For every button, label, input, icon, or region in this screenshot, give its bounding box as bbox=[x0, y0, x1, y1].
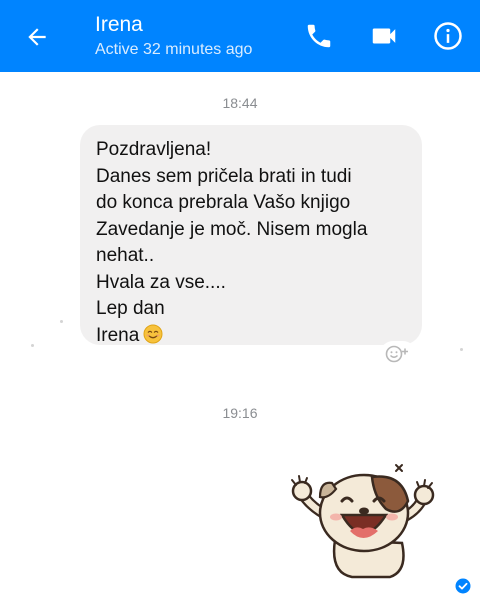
message-line: Hvala za vse.... bbox=[96, 271, 226, 293]
active-status: Active 32 minutes ago bbox=[95, 41, 253, 58]
message-line: do konca prebrala Vašo knjigo bbox=[96, 192, 351, 213]
arrow-left-icon bbox=[28, 28, 46, 46]
seen-check-icon bbox=[455, 578, 471, 594]
video-call-button[interactable] bbox=[368, 20, 400, 52]
info-icon bbox=[434, 22, 462, 50]
message-line-text: Irena bbox=[96, 324, 140, 346]
contact-name: Irena bbox=[95, 13, 143, 36]
message-line: Zavedanje je moč. Nisem mogla bbox=[96, 218, 368, 240]
timestamp: 19:16 bbox=[222, 405, 258, 421]
add-reaction-icon bbox=[385, 345, 408, 363]
background-speck bbox=[31, 344, 34, 347]
contact-info[interactable]: Irena Active 32 minutes ago bbox=[95, 12, 252, 61]
messenger-chat-screen: Irena Active 32 minutes ago 18:44 Pozdra… bbox=[0, 0, 480, 601]
background-speck bbox=[460, 348, 463, 351]
phone-icon bbox=[307, 24, 331, 48]
laughing-dog-sticker[interactable] bbox=[290, 455, 435, 580]
timestamp: 18:44 bbox=[222, 95, 258, 111]
add-reaction-button[interactable] bbox=[380, 341, 416, 367]
back-button[interactable] bbox=[20, 20, 54, 54]
message-line: Pozdravljena! bbox=[96, 139, 212, 160]
message-line-signature: Irena bbox=[96, 323, 408, 350]
message-line: Lep dan bbox=[96, 298, 165, 319]
info-button[interactable] bbox=[432, 20, 464, 52]
chat-header: Irena Active 32 minutes ago bbox=[0, 0, 480, 72]
smiling-face-icon bbox=[143, 324, 163, 343]
message-line: nehat.. bbox=[96, 245, 155, 266]
call-button[interactable] bbox=[303, 20, 335, 52]
video-camera-icon bbox=[372, 28, 396, 44]
message-line: Danes sem pričela brati in tudi bbox=[96, 165, 352, 187]
background-speck bbox=[60, 320, 63, 323]
incoming-message-bubble[interactable]: Pozdravljena! Danes sem pričela brati in… bbox=[80, 125, 422, 346]
